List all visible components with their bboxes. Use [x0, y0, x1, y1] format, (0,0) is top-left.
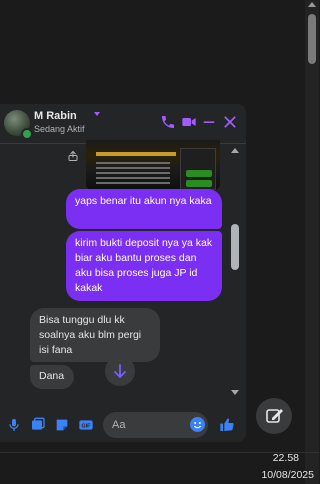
chat-window: M Rabin Sedang Aktif yaps benar itu akun…	[0, 104, 246, 442]
page-scrollbar[interactable]	[305, 0, 319, 484]
chevron-down-icon[interactable]	[94, 112, 100, 116]
online-status-dot	[21, 128, 33, 140]
page-scroll-thumb[interactable]	[308, 14, 316, 64]
svg-text:GIF: GIF	[82, 423, 92, 429]
chat-scrollbar[interactable]	[229, 146, 241, 396]
sticker-icon[interactable]	[54, 417, 70, 433]
chat-scroll-down-arrow[interactable]	[231, 390, 239, 395]
shared-image-preview[interactable]	[86, 140, 220, 190]
scroll-to-bottom-button[interactable]	[105, 356, 135, 386]
gif-icon[interactable]: GIF	[78, 417, 94, 433]
close-icon[interactable]	[222, 114, 238, 130]
arrow-down-icon	[114, 364, 126, 379]
thumbs-up-icon[interactable]	[219, 417, 235, 433]
chat-header: M Rabin Sedang Aktif	[0, 104, 246, 144]
contact-name[interactable]: M Rabin	[34, 110, 77, 122]
photo-icon[interactable]	[30, 417, 46, 433]
message-bubble-sent[interactable]: yaps benar itu akun nya kaka	[66, 189, 222, 229]
message-bubble-sent[interactable]: kirim bukti deposit nya ya kak biar aku …	[66, 231, 222, 301]
new-message-button[interactable]	[256, 398, 292, 434]
edit-icon	[266, 409, 283, 423]
message-bubble-received[interactable]: Bisa tunggu dlu kk soalnya aku blm pergi…	[30, 308, 160, 362]
message-bubble-received[interactable]: Dana	[30, 365, 74, 389]
contact-status: Sedang Aktif	[34, 124, 85, 134]
emoji-face-icon	[193, 422, 202, 429]
taskbar-clock-time[interactable]: 22.58	[273, 452, 299, 464]
chat-scroll-thumb[interactable]	[231, 224, 239, 270]
taskbar-clock-date[interactable]: 10/08/2025	[261, 469, 314, 481]
share-icon[interactable]	[67, 150, 79, 162]
microphone-icon[interactable]	[6, 417, 22, 433]
emoji-icon[interactable]	[190, 417, 205, 432]
taskbar-border	[0, 452, 319, 453]
phone-icon[interactable]	[160, 114, 176, 130]
video-call-icon[interactable]	[181, 114, 197, 130]
page-scroll-up-arrow[interactable]	[308, 2, 316, 7]
minimize-icon[interactable]	[201, 114, 217, 130]
chat-scroll-up-arrow[interactable]	[231, 148, 239, 153]
message-composer: GIF Aa	[0, 408, 246, 442]
